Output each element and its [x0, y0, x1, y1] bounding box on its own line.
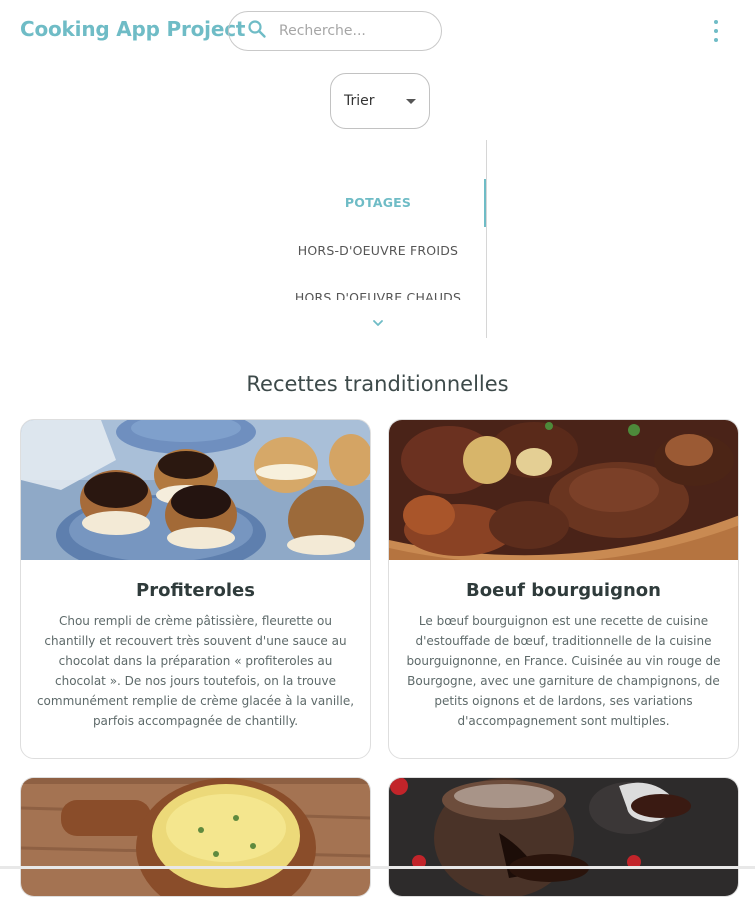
- dropdown-arrow-icon: [406, 99, 416, 104]
- recipe-image: [389, 778, 738, 896]
- sort-label: Trier: [344, 93, 375, 109]
- more-options-icon[interactable]: [706, 20, 726, 42]
- recipe-description: Le bœuf bourguignon est une recette de c…: [406, 614, 721, 728]
- search-icon: [247, 19, 267, 43]
- recipe-title: Profiteroles: [136, 580, 255, 601]
- recipe-card[interactable]: Profiteroles Chou rempli de crème pâtiss…: [20, 419, 371, 759]
- recipe-card[interactable]: [388, 777, 739, 897]
- recipe-card[interactable]: Boeuf bourguignon Le bœuf bourguignon es…: [388, 419, 739, 759]
- recipe-image: [21, 778, 370, 896]
- section-title: Recettes tranditionnelles: [246, 372, 509, 396]
- recipe-image: [389, 420, 738, 560]
- app-title[interactable]: Cooking App Project: [20, 17, 245, 41]
- tab-hors-doeuvre-froids[interactable]: HORS-D'OEUVRE FROIDS: [270, 243, 486, 258]
- recipe-title: Boeuf bourguignon: [466, 580, 661, 601]
- category-tabs: POTAGES HORS-D'OEUVRE FROIDS HORS D'OEUV…: [270, 140, 487, 338]
- search-input[interactable]: [277, 22, 431, 40]
- chevron-down-icon[interactable]: [371, 313, 385, 326]
- tab-potages[interactable]: POTAGES: [270, 195, 486, 210]
- recipe-image: [21, 420, 370, 560]
- search-bar[interactable]: [228, 11, 442, 51]
- active-tab-indicator: [484, 179, 486, 227]
- recipe-description: Chou rempli de crème pâtissière, fleuret…: [36, 614, 355, 728]
- recipe-card[interactable]: [20, 777, 371, 897]
- sort-select[interactable]: Trier: [330, 73, 430, 129]
